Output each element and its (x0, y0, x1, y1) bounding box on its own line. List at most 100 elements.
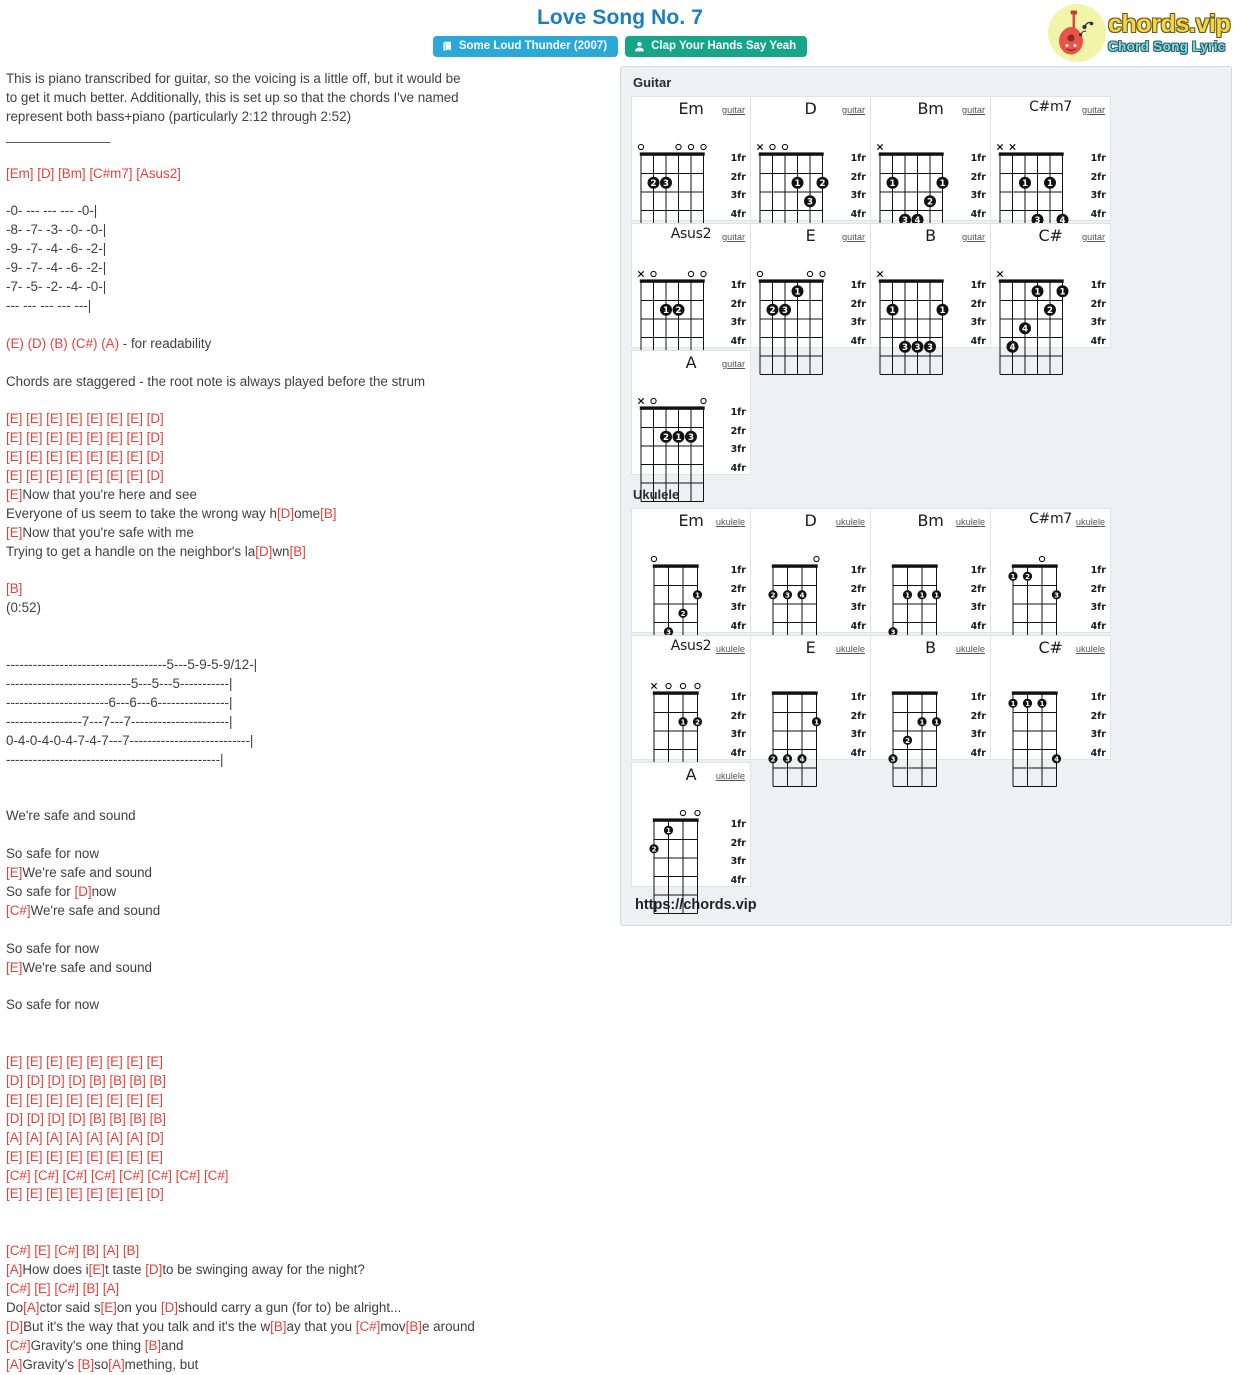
chord-card-ukulele-Em[interactable]: Em ukulele 1 2 3 1fr 2fr 3fr 4fr (631, 508, 751, 660)
chord-token[interactable]: [D] (161, 1300, 178, 1315)
svg-text:3: 3 (785, 755, 790, 763)
chord-token[interactable]: [B] (145, 1338, 161, 1353)
fret-label: 1fr (850, 153, 866, 164)
chord-token[interactable]: [E] [E] [E] [E] [E] [E] [E] [E] [D] [D] … (6, 1054, 229, 1201)
chord-card-guitar-E[interactable]: Eguitar 1 2 3 1fr 2fr 3fr 4fr (751, 223, 871, 375)
svg-text:2: 2 (770, 306, 776, 316)
chord-card-guitar-Bm[interactable]: Bm guitar 1 1 2 3 4 1fr 2fr 3fr 4fr (871, 96, 991, 248)
chord-card-guitar-Csharp[interactable]: C# guitar 1 1 2 4 4 1fr 2fr 3fr 4fr (991, 223, 1111, 375)
chord-token[interactable]: [B] (6, 581, 22, 596)
svg-text:3: 3 (782, 306, 788, 316)
chord-token[interactable]: [B] (78, 1357, 94, 1372)
chord-token[interactable]: [D] (145, 1262, 162, 1277)
chord-token[interactable]: [C#] [E] [C#] [B] [A] (6, 1281, 119, 1296)
fret-label: 1fr (730, 692, 746, 703)
svg-text:3: 3 (902, 343, 908, 353)
chord-card-ukulele-Csharpm7[interactable]: C#m7 ukulele 1 2 3 1fr 2fr 3fr 4fr (991, 508, 1111, 660)
chord-card-guitar-B[interactable]: Bguitar 1 1 3 3 3 1fr 2fr 3fr 4fr (871, 223, 991, 375)
lyric-text: Now that you're safe with me Trying to g… (6, 524, 256, 559)
chord-card-ukulele-Asus2[interactable]: Asus2 ukulele 1 2 1fr 2fr 3fr 4fr (631, 635, 751, 787)
chord-card-guitar-Csharpm7[interactable]: C#m7 guitar 1 1 3 4 1fr 2fr 3fr 4fr (991, 96, 1111, 248)
chord-card-guitar-A[interactable]: Aguitar 2 1 3 1fr 2fr 3fr 4fr (631, 350, 751, 502)
chord-token[interactable]: [D] (74, 884, 91, 899)
chord-instrument-label: ukulele (715, 644, 745, 654)
fret-label: 3fr (730, 856, 746, 867)
fret-label-column: 1fr 2fr 3fr 4fr (731, 816, 746, 890)
fret-label: 3fr (850, 729, 866, 740)
logo-main-text: chords.vip (1108, 10, 1231, 39)
svg-text:2: 2 (927, 197, 933, 207)
chord-token[interactable]: [E] (6, 865, 22, 880)
fret-label: 2fr (730, 171, 746, 183)
chord-card-guitar-Em[interactable]: Em guitar 2 3 1fr 2fr 3fr 4fr (631, 96, 751, 248)
chord-token[interactable]: [E] (6, 525, 22, 540)
chord-diagram-column: Guitar Em guitar 2 3 1fr 2fr 3fr 4fr Dguitar 1 2 3 1… (612, 62, 1232, 926)
lyrics-column: This is piano transcribed for guitar, so… (0, 62, 612, 1375)
svg-text:2: 2 (1047, 306, 1053, 316)
lyric-text: This is piano transcribed for guitar, so… (6, 71, 461, 143)
fret-label: 1fr (730, 407, 746, 418)
chord-card-ukulele-Csharp[interactable]: C# ukulele 1 1 1 4 1fr 2fr 3fr 4fr (991, 635, 1111, 787)
svg-text:4: 4 (1054, 755, 1059, 763)
lyric-text: ctor said s (39, 1299, 101, 1315)
chord-token[interactable]: [B] (289, 544, 305, 559)
chord-card-ukulele-E[interactable]: Eukulele 1 2 3 4 1fr 2fr 3fr 4fr (751, 635, 871, 787)
chord-card-guitar-Asus2[interactable]: Asus2 guitar 1 2 1fr 2fr 3fr 4fr (631, 223, 751, 375)
chord-token[interactable]: (E) (D) (B) (C#) (A) (6, 336, 119, 351)
svg-text:1: 1 (676, 433, 682, 443)
chord-token[interactable]: [A] (108, 1357, 124, 1372)
album-badge[interactable]: Some Loud Thunder (2007) (432, 36, 619, 57)
fret-label-column: 1fr 2fr 3fr 4fr (851, 150, 866, 224)
site-logo[interactable]: chords.vip Chord Song Lyric (1048, 2, 1240, 64)
fret-label-column: 1fr 2fr 3fr 4fr (1091, 277, 1106, 351)
chord-token[interactable]: [C#] (6, 1338, 31, 1353)
content-body: This is piano transcribed for guitar, so… (0, 62, 1240, 1375)
fret-label-column: 1fr 2fr 3fr 4fr (731, 562, 746, 636)
chord-token[interactable]: [E] (89, 1262, 105, 1277)
chord-card-ukulele-B[interactable]: Bukulele 1 1 2 3 1fr 2fr 3fr 4fr (871, 635, 991, 787)
artist-badge[interactable]: Clap Your Hands Say Yeah (625, 36, 808, 57)
fret-label: 1fr (730, 565, 746, 576)
chord-token[interactable]: [D] (277, 506, 294, 521)
lyric-text: wn (272, 543, 290, 559)
guitar-icon (1048, 4, 1106, 62)
fret-label: 2fr (730, 583, 746, 595)
svg-text:3: 3 (891, 755, 896, 763)
lyric-text: t taste (105, 1262, 146, 1278)
fret-label-column: 1fr 2fr 3fr 4fr (971, 689, 986, 763)
svg-text:2: 2 (820, 179, 826, 189)
chord-token[interactable]: [A] (23, 1300, 39, 1315)
svg-text:1: 1 (1011, 573, 1016, 581)
chord-card-guitar-D[interactable]: Dguitar 1 2 3 1fr 2fr 3fr 4fr (751, 96, 871, 248)
svg-text:4: 4 (1010, 343, 1016, 353)
fret-label-column: 1fr 2fr 3fr 4fr (1091, 689, 1106, 763)
svg-text:2: 2 (681, 610, 686, 618)
chord-token[interactable]: [C#] (356, 1319, 381, 1334)
lyric-text: to be swinging away for the night? (162, 1262, 365, 1278)
chord-token[interactable]: [B] (320, 506, 336, 521)
chord-token[interactable]: [Em] [D] [Bm] [C#m7] [Asus2] (6, 166, 181, 181)
chord-token[interactable]: [A] (6, 1357, 22, 1372)
lyric-text: e around (422, 1318, 475, 1334)
user-icon (634, 41, 645, 52)
fret-label: 4fr (850, 335, 866, 347)
chord-instrument-label: guitar (1082, 105, 1105, 115)
chord-token[interactable]: [D] (6, 1319, 23, 1334)
fret-label: 2fr (850, 171, 866, 183)
svg-text:2: 2 (651, 179, 657, 189)
chord-token[interactable]: [E] (6, 960, 22, 975)
chord-card-ukulele-A[interactable]: Aukulele 1 2 1fr 2fr 3fr 4fr (631, 762, 751, 914)
chord-token[interactable]: [D] (255, 544, 272, 559)
chord-card-ukulele-D[interactable]: Dukulele 2 3 4 1fr 2fr 3fr 4fr (751, 508, 871, 660)
chord-token[interactable]: [B] (270, 1319, 286, 1334)
fret-label: 2fr (730, 425, 746, 437)
chord-token[interactable]: [C#] (6, 903, 31, 918)
svg-text:4: 4 (800, 591, 805, 599)
chord-card-ukulele-Bm[interactable]: Bm ukulele 1 1 1 3 1fr 2fr 3fr 4fr (871, 508, 991, 660)
chord-token[interactable]: [B] (406, 1319, 422, 1334)
lyric-text: should carry a gun (for to) be alright..… (177, 1299, 402, 1315)
lyric-text: mov (380, 1318, 406, 1334)
chord-instrument-label: guitar (722, 105, 745, 115)
fret-label: 1fr (1090, 153, 1106, 164)
chord-token[interactable]: [E] (101, 1300, 117, 1315)
